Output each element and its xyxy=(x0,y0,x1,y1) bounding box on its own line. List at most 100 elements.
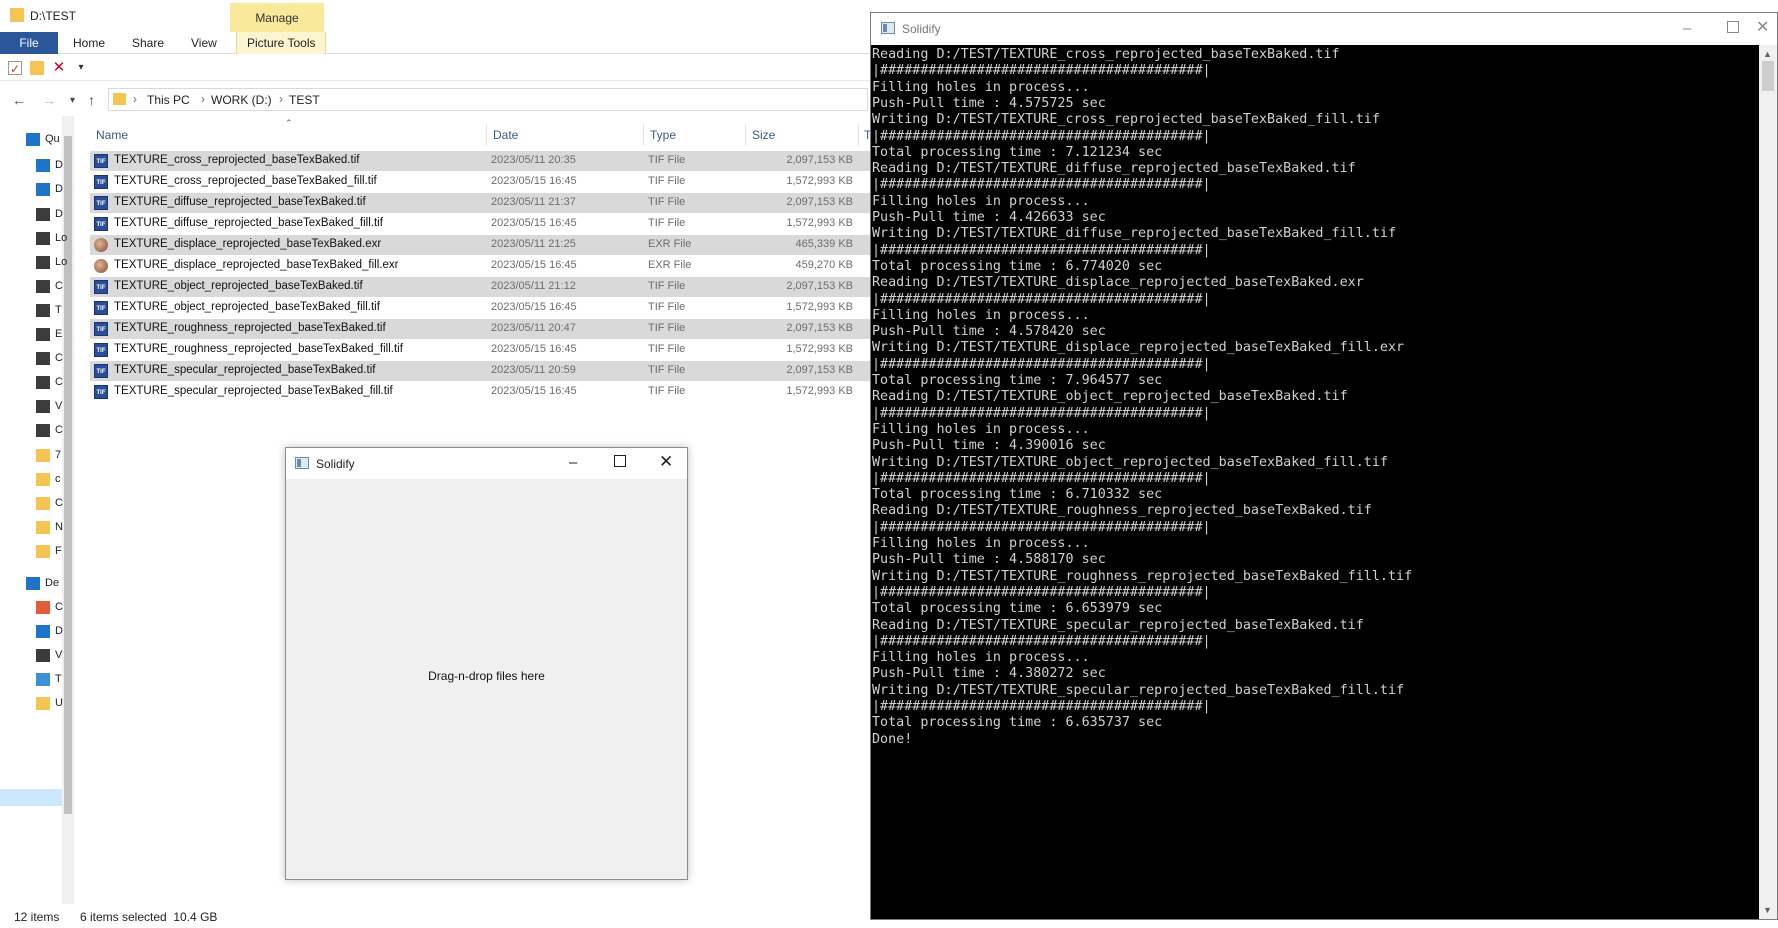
sidebar-item-icon[interactable] xyxy=(36,280,50,293)
file-row[interactable]: TIF TEXTURE_diffuse_reprojected_baseTexBa… xyxy=(90,193,870,213)
close-icon[interactable]: ✕ xyxy=(659,453,673,470)
tab-file[interactable]: File xyxy=(0,32,58,54)
customize-toolbar-icon[interactable]: ▾ xyxy=(74,61,88,75)
tab-view[interactable]: View xyxy=(181,32,227,54)
sidebar-item-label[interactable]: C xyxy=(55,497,63,509)
column-divider[interactable] xyxy=(858,124,859,146)
minimize-icon[interactable]: – xyxy=(1683,21,1691,36)
console-scrollbar[interactable] xyxy=(1759,45,1777,919)
sidebar-item-label[interactable]: Qu xyxy=(45,133,60,145)
sidebar-item-label[interactable]: D xyxy=(55,183,63,195)
column-divider[interactable] xyxy=(643,124,644,146)
sidebar-item-label[interactable]: V xyxy=(55,649,62,661)
sidebar-item-label[interactable]: De xyxy=(45,577,59,589)
column-header-type[interactable]: Type xyxy=(650,128,676,142)
sidebar-item-icon[interactable] xyxy=(36,625,50,638)
sidebar-item-label[interactable]: T xyxy=(55,304,62,316)
sidebar-item-label[interactable]: C xyxy=(55,601,63,613)
sidebar-item-icon[interactable] xyxy=(36,424,50,437)
sidebar-item-label[interactable]: V xyxy=(55,400,62,412)
column-header-size[interactable]: Size xyxy=(752,128,775,142)
sidebar-item-icon[interactable] xyxy=(36,473,50,486)
breadcrumb-work-drive[interactable]: WORK (D:) xyxy=(211,93,272,107)
console-output[interactable]: Reading D:/TEST/TEXTURE_cross_reprojecte… xyxy=(871,45,1759,919)
sidebar-item-label[interactable]: D xyxy=(55,159,63,171)
tab-picture-tools[interactable]: Picture Tools xyxy=(236,32,327,54)
column-header-name[interactable]: Name xyxy=(96,128,128,142)
sidebar-item-icon[interactable] xyxy=(36,400,50,413)
sidebar-item-label[interactable]: U xyxy=(55,697,63,709)
sidebar-item-label[interactable]: C xyxy=(55,280,63,292)
sidebar-item-icon[interactable] xyxy=(36,601,50,614)
tab-share[interactable]: Share xyxy=(122,32,174,54)
sidebar-item-label[interactable]: C xyxy=(55,352,63,364)
sidebar-item-icon[interactable] xyxy=(36,545,50,558)
file-row[interactable]: TIF TEXTURE_specular_reprojected_baseTexB… xyxy=(90,382,870,402)
breadcrumb-separator-icon[interactable]: › xyxy=(201,92,205,106)
sidebar-item-label[interactable]: 7 xyxy=(55,449,61,461)
ribbon-contextual-group-manage[interactable]: Manage xyxy=(230,3,324,32)
column-divider[interactable] xyxy=(745,124,746,146)
sidebar-item-icon[interactable] xyxy=(36,649,50,662)
drop-zone[interactable]: Drag-n-drop files here xyxy=(286,479,687,879)
minimize-icon[interactable]: – xyxy=(569,455,577,470)
sidebar-item-icon[interactable] xyxy=(36,352,50,365)
scroll-down-icon[interactable]: ▼ xyxy=(1763,905,1772,915)
sidebar-item-icon[interactable] xyxy=(36,673,50,686)
sidebar-item-label[interactable]: Lo xyxy=(55,232,67,244)
sidebar-item-label[interactable]: E xyxy=(55,328,62,340)
console-title-bar[interactable]: Solidify – ✕ xyxy=(871,13,1777,45)
drop-window-title-bar[interactable]: Solidify – ✕ xyxy=(286,448,687,479)
sidebar-item-label[interactable]: C xyxy=(55,424,63,436)
sidebar-item-label[interactable]: c xyxy=(55,473,61,485)
sidebar-item-label[interactable]: D xyxy=(55,625,63,637)
sidebar-item-icon[interactable] xyxy=(36,497,50,510)
maximize-icon[interactable] xyxy=(614,455,626,467)
file-row[interactable]: TIF TEXTURE_cross_reprojected_baseTexBake… xyxy=(90,151,870,171)
file-row[interactable]: TIF TEXTURE_cross_reprojected_baseTexBake… xyxy=(90,172,870,192)
sidebar-item-icon[interactable] xyxy=(36,521,50,534)
back-arrow-icon[interactable]: ← xyxy=(12,92,26,108)
sidebar-item-icon[interactable] xyxy=(36,159,50,172)
sidebar-item-icon[interactable] xyxy=(36,449,50,462)
sidebar-item-icon[interactable] xyxy=(36,328,50,341)
breadcrumb-separator-icon[interactable]: › xyxy=(133,92,137,106)
forward-arrow-icon[interactable]: → xyxy=(42,92,56,108)
delete-icon[interactable]: ✕ xyxy=(52,60,66,75)
file-row[interactable]: TEXTURE_displace_reprojected_baseTexBake… xyxy=(90,256,870,276)
sidebar-item-icon[interactable] xyxy=(26,577,40,590)
column-divider[interactable] xyxy=(486,124,487,146)
console-scroll-thumb[interactable] xyxy=(1762,61,1774,91)
sidebar-item-icon[interactable] xyxy=(36,232,50,245)
sidebar-item-icon[interactable] xyxy=(36,376,50,389)
sidebar-item-label[interactable]: F xyxy=(55,545,62,557)
breadcrumb-test[interactable]: TEST xyxy=(289,93,320,107)
breadcrumb-separator-icon[interactable]: › xyxy=(279,92,283,106)
file-row[interactable]: TIF TEXTURE_roughness_reprojected_baseTex… xyxy=(90,319,870,339)
sidebar-item-label[interactable]: N xyxy=(55,521,63,533)
file-row[interactable]: TIF TEXTURE_object_reprojected_baseTexBak… xyxy=(90,298,870,318)
close-icon[interactable]: ✕ xyxy=(1756,20,1769,36)
sidebar-item-label[interactable]: C xyxy=(55,376,63,388)
sidebar-item-icon[interactable] xyxy=(36,256,50,269)
file-row[interactable]: TIF TEXTURE_diffuse_reprojected_baseTexBa… xyxy=(90,214,870,234)
properties-icon[interactable]: ✓ xyxy=(8,61,22,76)
sidebar-item-icon[interactable] xyxy=(36,183,50,196)
file-row[interactable]: TEXTURE_displace_reprojected_baseTexBake… xyxy=(90,235,870,255)
sidebar-selected-item[interactable] xyxy=(0,789,62,806)
new-folder-icon[interactable] xyxy=(30,61,44,75)
sidebar-item-label[interactable]: Lo xyxy=(55,256,67,268)
sidebar-item-icon[interactable] xyxy=(26,133,40,146)
sidebar-item-label[interactable]: D xyxy=(55,208,63,220)
maximize-icon[interactable] xyxy=(1727,21,1739,33)
tab-home[interactable]: Home xyxy=(63,32,115,54)
file-row[interactable]: TIF TEXTURE_roughness_reprojected_baseTex… xyxy=(90,340,870,360)
file-row[interactable]: TIF TEXTURE_specular_reprojected_baseTexB… xyxy=(90,361,870,381)
column-header-date[interactable]: Date xyxy=(493,128,518,142)
sidebar-item-icon[interactable] xyxy=(36,697,50,710)
breadcrumb-this-pc[interactable]: This PC xyxy=(147,93,190,107)
address-bar[interactable]: › This PC › WORK (D:) › TEST xyxy=(108,88,868,111)
scroll-up-icon[interactable]: ▲ xyxy=(1763,49,1772,59)
up-arrow-icon[interactable]: ↑ xyxy=(88,92,95,108)
file-row[interactable]: TIF TEXTURE_object_reprojected_baseTexBak… xyxy=(90,277,870,297)
